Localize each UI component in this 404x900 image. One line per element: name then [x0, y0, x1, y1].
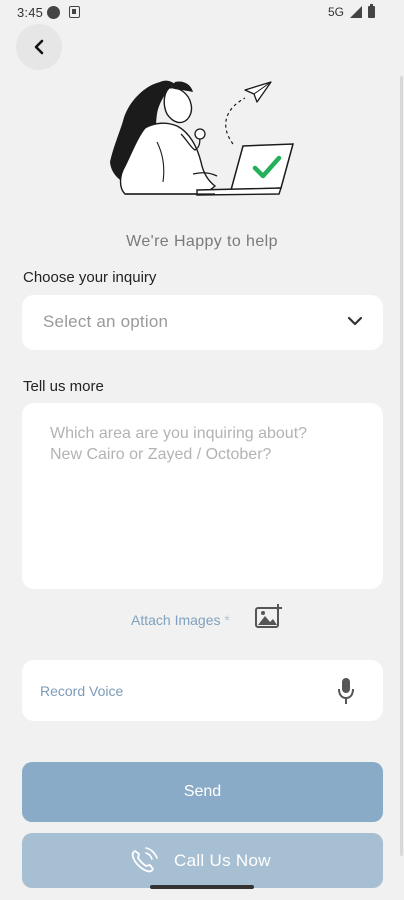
image-add-icon[interactable] [254, 603, 284, 631]
notification-dot-icon [47, 6, 60, 19]
tagline: We're Happy to help [126, 233, 278, 250]
attach-images-row[interactable]: Attach Images * [0, 603, 404, 633]
home-indicator[interactable] [150, 885, 254, 889]
scrollbar[interactable] [400, 76, 403, 856]
send-button[interactable]: Send [22, 762, 383, 822]
details-label: Tell us more [23, 378, 104, 395]
chevron-left-icon [34, 39, 44, 55]
status-bar: 3:45 5G [0, 0, 404, 24]
status-time: 3:45 [17, 5, 44, 20]
battery-icon [368, 4, 375, 18]
attach-images-label[interactable]: Attach Images * [131, 612, 230, 628]
support-illustration [110, 80, 294, 196]
signal-icon [350, 6, 362, 18]
inquiry-select-placeholder: Select an option [43, 312, 169, 331]
notification-app-icon [69, 6, 80, 18]
record-voice-button[interactable]: Record Voice [22, 660, 383, 721]
back-button[interactable] [16, 24, 62, 70]
call-us-now-button[interactable]: Call Us Now [22, 833, 383, 888]
send-button-label: Send [183, 783, 222, 800]
call-us-now-label: Call Us Now [174, 851, 271, 870]
phone-call-icon [131, 847, 158, 873]
chevron-down-icon [347, 316, 363, 326]
microphone-icon [338, 678, 354, 704]
inquiry-label: Choose your inquiry [23, 269, 157, 286]
inquiry-select[interactable]: Select an option [22, 295, 383, 350]
details-textarea[interactable]: Which area are you inquiring about? New … [22, 403, 383, 589]
network-type: 5G [328, 5, 345, 19]
attach-images-text: Attach Images [131, 612, 221, 628]
required-mark: * [224, 612, 230, 628]
details-textarea-placeholder: Which area are you inquiring about? New … [50, 425, 308, 463]
record-voice-label: Record Voice [40, 683, 124, 699]
